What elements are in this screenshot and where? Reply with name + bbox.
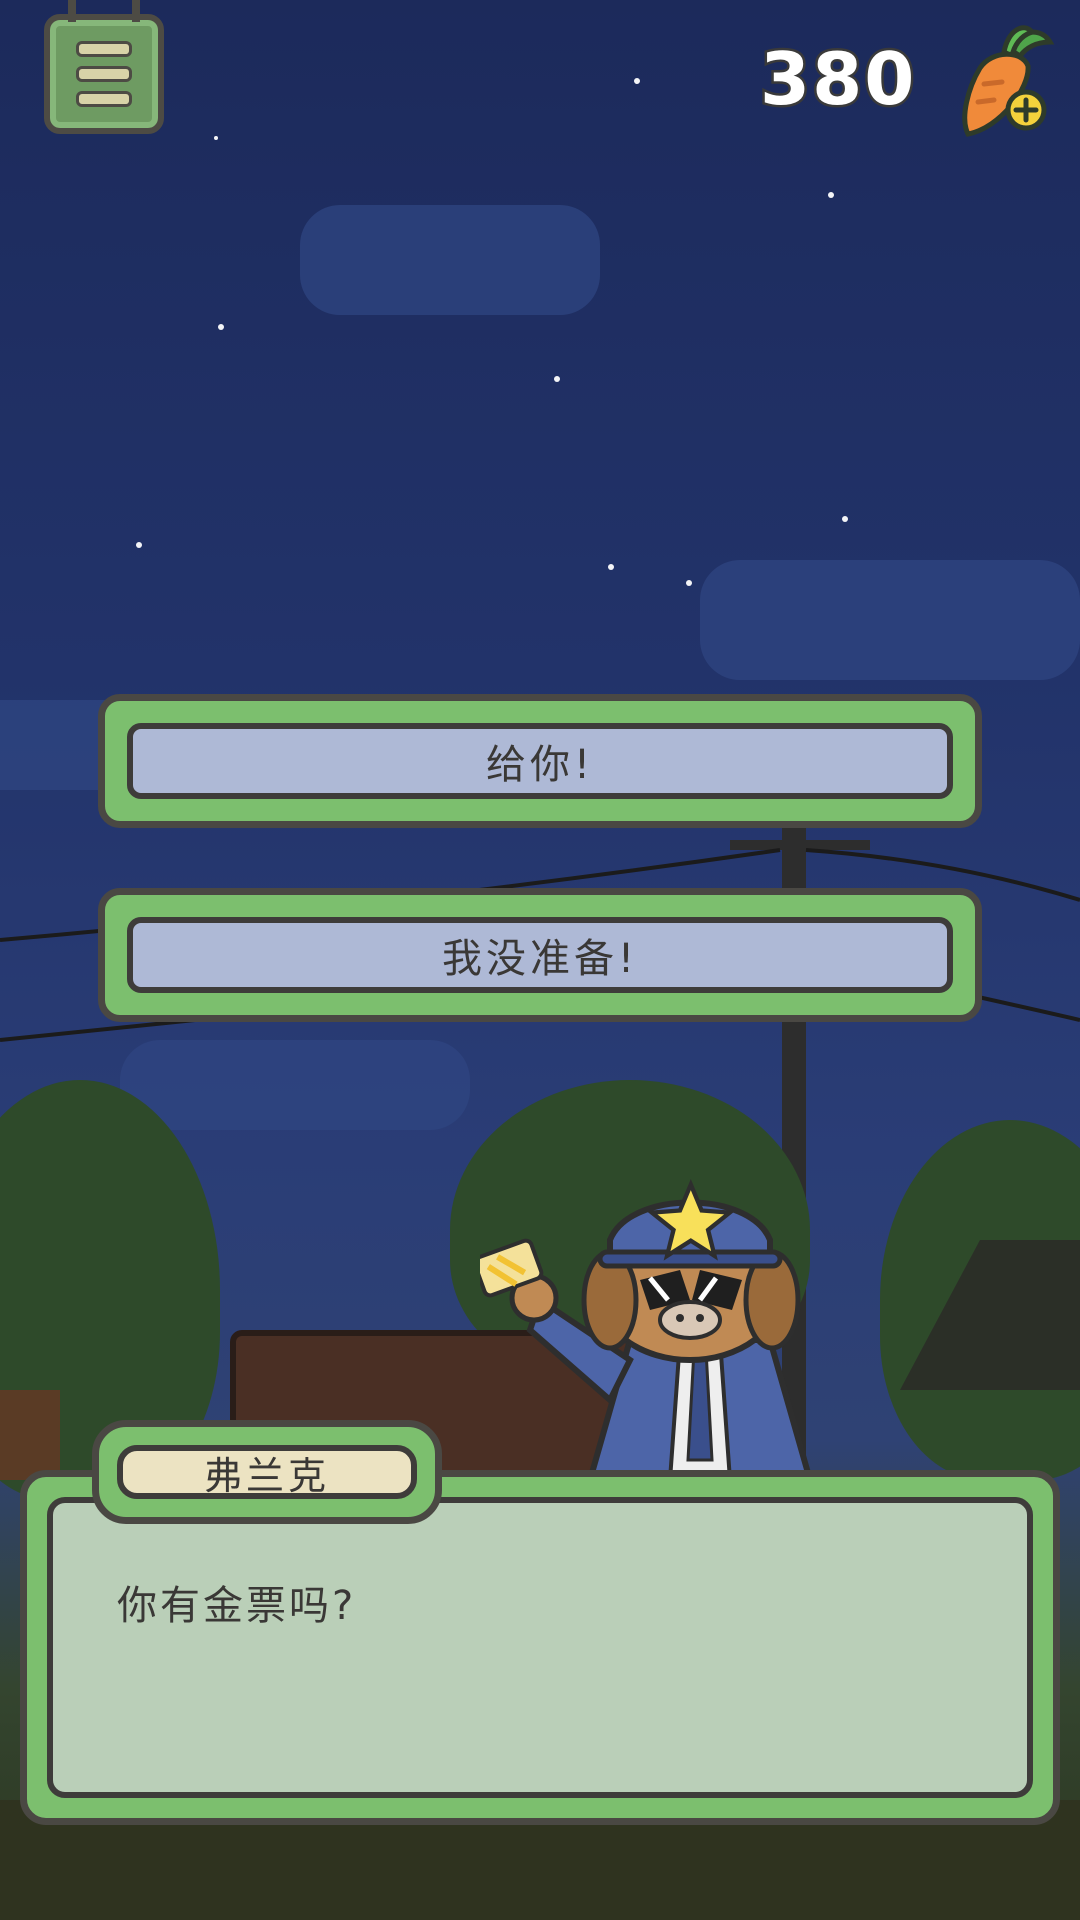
star xyxy=(214,136,218,140)
dialog-text: 你有金票吗? xyxy=(117,1583,357,1629)
star xyxy=(842,516,848,522)
star xyxy=(828,192,834,198)
menu-button[interactable] xyxy=(44,0,164,134)
star xyxy=(554,376,560,382)
carrot-add-icon xyxy=(962,25,1055,137)
star xyxy=(608,564,614,570)
speaker-name: 弗兰克 xyxy=(117,1445,417,1499)
cloud xyxy=(700,560,1080,680)
carrot-count: 380 xyxy=(758,35,917,124)
star xyxy=(136,542,142,548)
choice-give-label: 给你! xyxy=(127,723,953,799)
conductor-character xyxy=(480,1178,814,1480)
choice-not-ready-button[interactable]: 我没准备! xyxy=(98,888,982,1022)
left-hut xyxy=(0,1390,60,1480)
menu-icon-bar xyxy=(76,66,132,82)
choice-not-ready-label: 我没准备! xyxy=(127,917,953,993)
menu-icon-bar xyxy=(76,91,132,107)
carrot-add-button[interactable] xyxy=(950,18,1060,138)
dialog-panel: 你有金票吗? xyxy=(47,1497,1033,1798)
game-scene: 380 给你! 我没准备! 你有金票吗? 弗兰克 xyxy=(0,0,1080,1920)
choice-give-button[interactable]: 给你! xyxy=(98,694,982,828)
menu-icon xyxy=(76,41,132,57)
speaker-name-tab: 弗兰克 xyxy=(92,1420,442,1524)
star xyxy=(686,580,692,586)
cloud xyxy=(300,205,600,315)
star xyxy=(634,78,640,84)
star xyxy=(218,324,224,330)
